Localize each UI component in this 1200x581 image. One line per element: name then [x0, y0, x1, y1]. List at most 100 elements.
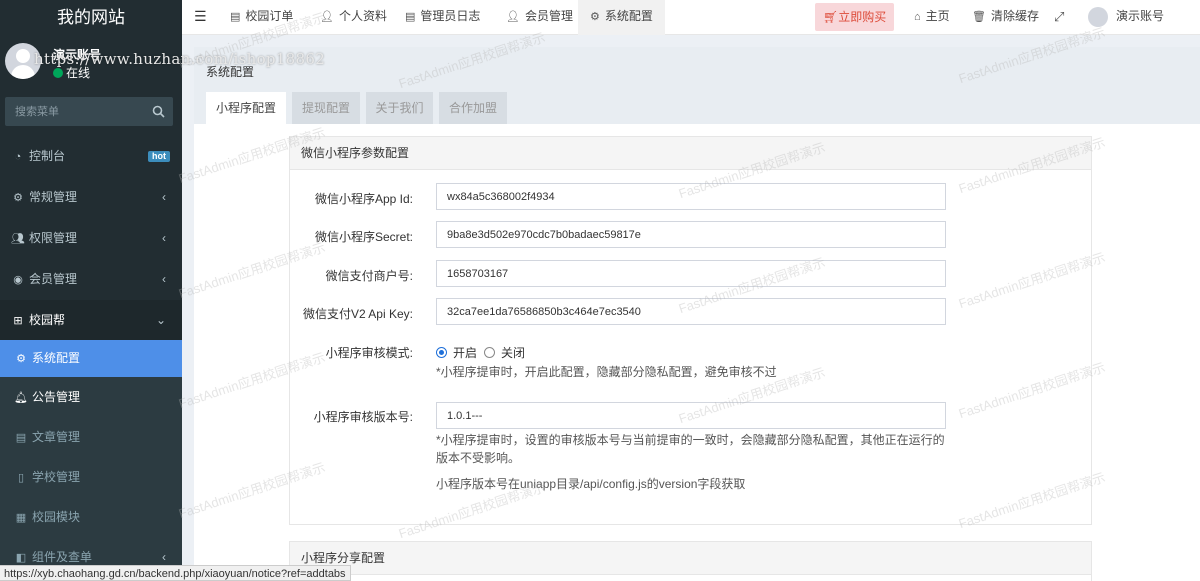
sidebar-item-auth[interactable]: 👥︎ 权限管理 ‹ [0, 218, 182, 259]
tab-campus-order[interactable]: ▤ 校园订单 [230, 0, 293, 35]
tab-miniprogram-config[interactable]: 小程序配置 [206, 92, 286, 124]
brand-logo[interactable]: 我的网站 [0, 0, 182, 35]
tab-admin-log[interactable]: ▤ 管理员日志 [405, 0, 480, 35]
tab-profile[interactable]: 👤︎ 个人资料 [320, 0, 387, 35]
sidebar-item-label: 权限管理 [29, 231, 78, 245]
sidebar-item-article[interactable]: ▤ 文章管理 [0, 417, 182, 457]
sidebar-item-label: 系统配置 [32, 351, 81, 365]
api-key-input[interactable] [436, 298, 946, 325]
home-link[interactable]: ⌂ 主页 [914, 0, 950, 35]
file-icon: ▯ [17, 472, 25, 484]
secret-input[interactable] [436, 221, 946, 248]
audit-mode-label: 小程序审核模式: [325, 346, 413, 360]
sidebar-item-general[interactable]: ⚙ 常规管理 ‹ [0, 177, 182, 218]
fullscreen-button[interactable]: ⤢ [1054, 0, 1069, 35]
audit-help-text: *小程序提审时，开启此配置，隐藏部分隐私配置，避免审核不过 [436, 365, 777, 379]
wechat-params-panel: 微信小程序参数配置 微信小程序App Id: 微信小程序Secret: 微信支付… [289, 136, 1092, 525]
th-icon: ▦ [15, 512, 27, 524]
sidebar-item-config[interactable]: ⚙ 系统配置 [0, 340, 182, 377]
radio-label: 关闭 [501, 346, 526, 360]
sidebar-item-notice[interactable]: 🔔︎ 公告管理 [0, 377, 182, 417]
merchant-id-input[interactable] [436, 260, 946, 287]
tab-label: 个人资料 [338, 9, 387, 23]
api-key-label: 微信支付V2 Api Key: [302, 307, 413, 321]
browser-status-bar: https://xyb.chaohang.gd.cn/backend.php/x… [0, 565, 351, 581]
menu-search [5, 97, 173, 126]
sidebar-item-label: 学校管理 [32, 470, 81, 484]
sidebar-item-dashboard[interactable]: ◔ 控制台 hot [0, 136, 182, 177]
sidebar-item-school[interactable]: ▯ 学校管理 [0, 457, 182, 497]
list-alt-icon: ▤ [405, 11, 416, 23]
buy-now-button[interactable]: 🛒︎立即购买 [815, 3, 895, 31]
radio-unchecked-icon [484, 347, 495, 358]
account-avatar [1088, 6, 1108, 27]
sidebar-item-label: 校园帮 [29, 313, 66, 327]
search-icon[interactable] [152, 105, 165, 118]
clear-cache-label: 清除缓存 [990, 9, 1039, 23]
sidebar-item-label: 会员管理 [29, 272, 78, 286]
tab-label: 会员管理 [524, 9, 573, 23]
chevron-left-icon: ‹ [162, 231, 166, 245]
sitemap-icon: ⊞ [13, 315, 23, 327]
content-area: 系统配置 小程序配置 提现配置 关于我们 合作加盟 微信小程序参数配置 微信小程… [194, 47, 1200, 581]
version-input[interactable] [436, 402, 946, 429]
home-icon: ⌂ [914, 11, 921, 23]
tab-about-us[interactable]: 关于我们 [366, 92, 433, 124]
trash-icon: 🗑︎ [972, 11, 986, 23]
merchant-id-label: 微信支付商户号: [325, 269, 413, 283]
sidebar-item-label: 组件及查单 [32, 550, 93, 564]
sidebar-toggle[interactable]: ☰ [194, 0, 212, 35]
bars-icon: ☰ [194, 8, 207, 24]
sidebar-item-module[interactable]: ▦ 校园模块 [0, 497, 182, 537]
tab-label: 系统配置 [604, 9, 653, 23]
audit-on-radio[interactable]: 开启 [436, 344, 477, 361]
hot-badge: hot [148, 151, 170, 162]
dashboard-icon: ◔ [14, 151, 22, 163]
tab-withdraw-config[interactable]: 提现配置 [292, 92, 360, 124]
user-icon: 👤︎ [506, 11, 520, 23]
radio-label: 开启 [453, 346, 478, 360]
account-menu[interactable]: 演示账号 [1088, 0, 1164, 35]
cogs-icon: ⚙ [16, 353, 26, 365]
home-label: 主页 [925, 9, 950, 23]
cogs-icon: ⚙ [13, 192, 23, 204]
sidebar-item-label: 常规管理 [29, 190, 78, 204]
list-alt-icon: ▤ [15, 432, 27, 444]
radio-checked-icon [436, 347, 447, 358]
bell-icon: 🔔︎ [14, 392, 28, 404]
version-help-text: *小程序提审时，设置的审核版本号与当前提审的一致时，会隐藏部分隐私配置，其他正在… [436, 433, 945, 465]
campus-submenu: ⚙ 系统配置 🔔︎ 公告管理 ▤ 文章管理 ▯ 学校管理 ▦ 校园模块 ◧ 组件及查单 ‹ [0, 340, 182, 577]
sidebar-item-label: 公告管理 [32, 390, 81, 404]
menu-search-input[interactable] [5, 97, 145, 126]
app-id-label: 微信小程序App Id: [314, 192, 413, 206]
sidebar-item-campus[interactable]: ⊞ 校园帮 ⌄ [0, 300, 182, 340]
tab-member[interactable]: 👤︎ 会员管理 [506, 0, 573, 35]
sidebar-item-label: 控制台 [29, 149, 66, 163]
tab-label: 校园订单 [245, 9, 294, 23]
sidebar-item-label: 校园模块 [32, 510, 81, 524]
cart-icon: 🛒︎ [823, 10, 839, 24]
sidebar-item-member[interactable]: ◉ 会员管理 ‹ [0, 259, 182, 300]
panel-title: 小程序分享配置 [290, 542, 1091, 575]
audit-off-radio[interactable]: 关闭 [484, 344, 525, 361]
app-id-input[interactable] [436, 183, 946, 210]
group-icon: 👥︎ [11, 233, 25, 245]
clear-cache-button[interactable]: 🗑︎ 清除缓存 [972, 0, 1039, 35]
chevron-left-icon: ‹ [162, 272, 166, 286]
buy-label: 立即购买 [838, 10, 887, 24]
content-header: 系统配置 小程序配置 提现配置 关于我们 合作加盟 [194, 47, 1200, 124]
panel-title: 微信小程序参数配置 [290, 137, 1091, 170]
expand-icon: ⤢ [1054, 9, 1065, 24]
sidebar-menu: ◔ 控制台 hot ⚙ 常规管理 ‹ 👥︎ 权限管理 ‹ ◉ 会员管理 ‹ ⊞ 校园帮 ⌄… [0, 136, 182, 577]
secret-label: 微信小程序Secret: [314, 230, 413, 244]
user-circle-icon: ◉ [13, 274, 23, 286]
top-navbar: ☰ ▤ 校园订单 👤︎ 个人资料 ▤ 管理员日志 👤︎ 会员管理 ⚙ 系统配置 🛒︎立即购… [182, 0, 1200, 35]
chevron-left-icon: ‹ [162, 190, 166, 204]
share-config-panel: 小程序分享配置 [289, 541, 1092, 581]
sidebar-item-label: 文章管理 [32, 430, 81, 444]
cogs-icon: ⚙ [590, 11, 600, 23]
tab-system-config[interactable]: ⚙ 系统配置 [578, 0, 665, 35]
tab-label: 管理员日志 [420, 9, 481, 23]
watermark-url: https://www.huzhan.com/ishop18862 [34, 50, 326, 68]
tab-join-us[interactable]: 合作加盟 [439, 92, 507, 124]
